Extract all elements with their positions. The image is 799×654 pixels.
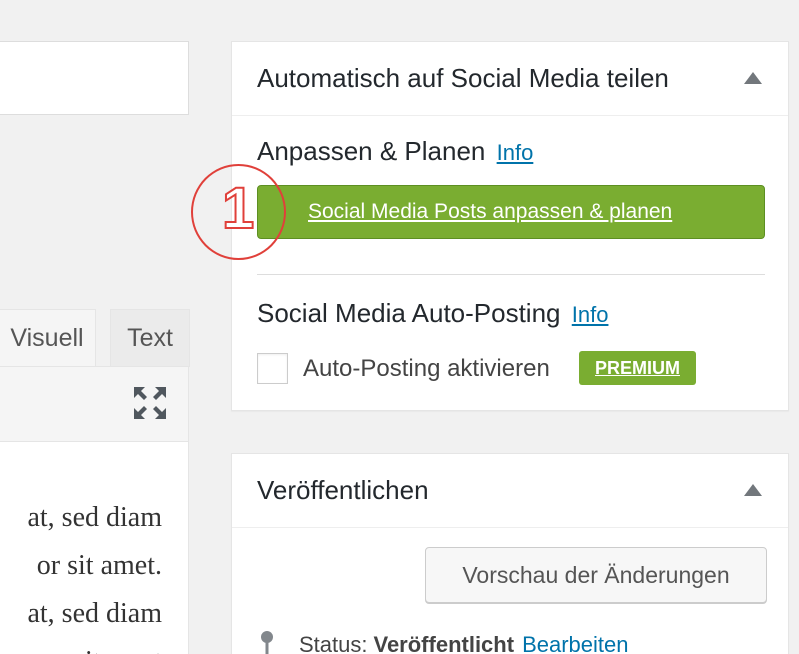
divider: [257, 274, 765, 275]
tab-text[interactable]: Text: [110, 309, 190, 367]
pin-icon: [261, 631, 273, 654]
editor-content[interactable]: at, sed diam or sit amet. at, sed diam r…: [0, 441, 189, 654]
auto-posting-info-link[interactable]: Info: [572, 302, 609, 327]
metabox-title: Veröffentlichen: [257, 475, 429, 505]
social-share-metabox: Automatisch auf Social Media teilen Anpa…: [231, 41, 789, 411]
editor-text-line: at, sed diam: [27, 598, 162, 629]
auto-posting-checkbox[interactable]: [257, 353, 288, 384]
preview-changes-button[interactable]: Vorschau der Änderungen: [425, 547, 767, 603]
publish-metabox: Veröffentlichen Vorschau der Änderungen …: [231, 453, 789, 654]
customize-heading: Anpassen & Planen Info: [257, 136, 533, 167]
post-title-input[interactable]: [0, 41, 189, 115]
editor-text-line: at, sed diam: [27, 502, 162, 533]
annotation-number: 1: [221, 175, 255, 242]
customize-heading-text: Anpassen & Planen: [257, 136, 486, 166]
collapse-toggle-icon[interactable]: [744, 484, 762, 496]
status-row: Status: Veröffentlicht Bearbeiten: [257, 630, 628, 654]
metabox-title: Automatisch auf Social Media teilen: [257, 63, 669, 93]
auto-posting-heading-text: Social Media Auto-Posting: [257, 298, 561, 328]
tab-visual[interactable]: Visuell: [0, 309, 96, 367]
editor-text-line: or sit amet.: [36, 550, 162, 581]
metabox-header[interactable]: Automatisch auf Social Media teilen: [232, 42, 788, 116]
premium-badge[interactable]: PREMIUM: [579, 351, 696, 385]
status-value: Veröffentlicht: [373, 632, 515, 654]
customize-info-link[interactable]: Info: [497, 140, 534, 165]
auto-posting-label: Auto-Posting aktivieren: [303, 355, 550, 382]
status-label: Status:: [299, 632, 368, 654]
customize-schedule-button[interactable]: Social Media Posts anpassen & planen: [257, 185, 765, 239]
collapse-toggle-icon[interactable]: [744, 72, 762, 84]
auto-posting-heading: Social Media Auto-Posting Info: [257, 298, 608, 329]
metabox-header[interactable]: Veröffentlichen: [232, 454, 788, 528]
editor-text-line: r sit amet: [58, 646, 162, 654]
status-edit-link[interactable]: Bearbeiten: [522, 632, 628, 654]
fullscreen-icon[interactable]: [133, 386, 167, 420]
